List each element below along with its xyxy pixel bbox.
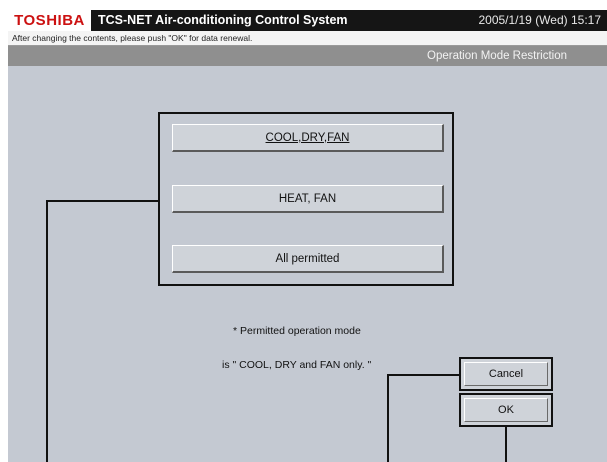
callout-line-cancel-vertical [387, 374, 389, 462]
mode-option-all-permitted[interactable]: All permitted [172, 245, 444, 273]
callout-line-cancel-horizontal [387, 374, 460, 376]
mode-option-label: HEAT, FAN [278, 192, 337, 205]
app-title: TCS-NET Air-conditioning Control System [98, 13, 348, 27]
ok-button[interactable]: OK [459, 393, 553, 427]
mode-option-heat-fan[interactable]: HEAT, FAN [172, 185, 444, 213]
mode-option-label: COOL,DRY,FAN [265, 131, 350, 144]
ok-label: OK [498, 404, 514, 416]
callout-line-ok-vertical [505, 426, 507, 462]
screen-title: Operation Mode Restriction [427, 50, 567, 62]
screen-title-bar: Operation Mode Restriction [8, 46, 607, 66]
cancel-button[interactable]: Cancel [459, 357, 553, 391]
title-bar: TOSHIBA TCS-NET Air-conditioning Control… [8, 10, 607, 31]
mode-option-cool-dry-fan[interactable]: COOL,DRY,FAN [172, 124, 444, 152]
note-line-1: * Permitted operation mode [233, 325, 361, 337]
note-line-2: is " COOL, DRY and FAN only. " [222, 359, 372, 371]
callout-line-mode-group-vertical [46, 200, 48, 462]
info-message: After changing the contents, please push… [12, 33, 253, 43]
date-time-display: 2005/1/19 (Wed) 15:17 [478, 13, 601, 27]
info-bar: After changing the contents, please push… [8, 31, 607, 46]
cancel-label: Cancel [488, 368, 524, 380]
callout-line-mode-group-horizontal [46, 200, 160, 202]
toshiba-logo: TOSHIBA [8, 10, 91, 31]
mode-option-label: All permitted [275, 252, 340, 265]
